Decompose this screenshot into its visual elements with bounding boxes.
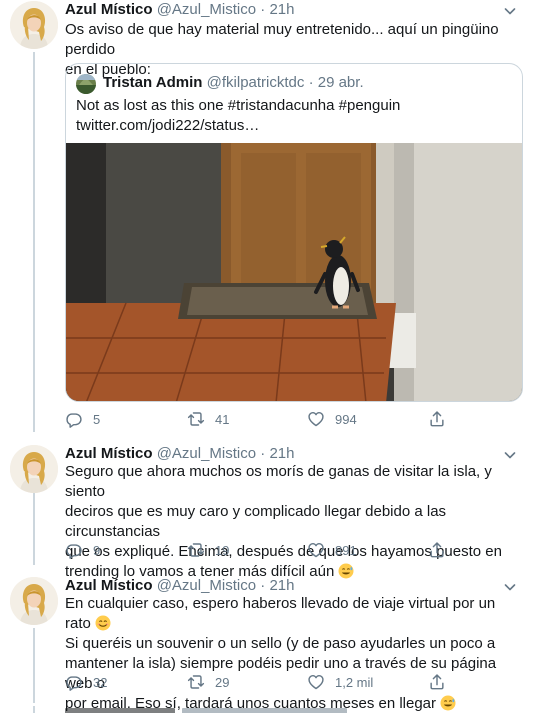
retweet-icon [187, 412, 205, 426]
retweet-count: 29 [215, 674, 230, 690]
retweet-count: 41 [215, 411, 230, 427]
tweet-text-line: Os aviso de que hay material muy entrete… [65, 21, 499, 58]
tweet-actions: 9 19 891 [65, 540, 455, 560]
quoted-tweet[interactable]: Tristan Admin @fkilpatricktdc · 29 abr. … [65, 63, 523, 402]
next-tweet-peek[interactable] [0, 706, 533, 713]
retweet-icon [187, 543, 205, 557]
share-icon [430, 674, 444, 690]
like-count: 891 [335, 542, 357, 558]
retweet-icon [187, 675, 205, 689]
tweet-header: Azul Místico @Azul_Mistico · 21h [65, 0, 294, 20]
smile-emoji [95, 615, 112, 631]
tweet-text-line: En cualquier caso, espero haberos llevad… [65, 595, 496, 632]
author-name[interactable]: Azul Místico [65, 577, 153, 594]
reply-count: 32 [93, 674, 108, 690]
separator: · [260, 1, 266, 18]
reply-button[interactable]: 32 [65, 672, 107, 692]
timestamp[interactable]: 21h [269, 445, 294, 462]
tweet-2[interactable]: Azul Místico @Azul_Mistico · 21h Seguro … [0, 444, 533, 580]
tweet-text: Seguro que ahora muchos os morís de gana… [65, 462, 525, 582]
tweet-text-line: Seguro que ahora muchos os morís de gana… [65, 463, 492, 500]
reply-icon [66, 676, 82, 691]
tweet-actions: 32 29 1,2 mil [65, 672, 455, 692]
quoted-avatar [76, 74, 96, 94]
thread-line [33, 52, 35, 432]
reply-button[interactable]: 9 [65, 540, 100, 560]
separator: · [260, 445, 266, 462]
like-count: 994 [335, 411, 357, 427]
timestamp[interactable]: 21h [269, 1, 294, 18]
tweet-3[interactable]: Azul Místico @Azul_Mistico · 21h En cual… [0, 576, 533, 712]
author-handle[interactable]: @Azul_Mistico [157, 1, 256, 18]
quoted-author-handle[interactable]: @fkilpatricktdc [207, 74, 305, 91]
quoted-header: Tristan Admin @fkilpatricktdc · 29 abr. [103, 73, 364, 93]
tweet-text-line: Si queréis un souvenir o un sello (y de … [65, 635, 496, 652]
penguin-photo[interactable] [66, 143, 523, 402]
quoted-author-name[interactable]: Tristan Admin [103, 74, 202, 91]
author-name[interactable]: Azul Místico [65, 1, 153, 18]
avatar[interactable] [10, 445, 58, 493]
share-icon [430, 411, 444, 427]
like-icon [308, 674, 324, 690]
like-count: 1,2 mil [335, 674, 374, 690]
quoted-text-line: Not as lost as this one #tristandacunha … [76, 97, 401, 114]
like-icon [308, 542, 324, 558]
tweet-text-line: deciros que es muy caro y complicado lle… [65, 503, 447, 540]
reply-icon [66, 544, 82, 559]
reply-count: 5 [93, 411, 101, 427]
timestamp[interactable]: 21h [269, 577, 294, 594]
share-button[interactable] [428, 409, 456, 429]
chevron-down-icon[interactable] [501, 2, 519, 20]
like-button[interactable]: 994 [307, 409, 357, 429]
share-button[interactable] [428, 540, 456, 560]
retweet-button[interactable]: 41 [187, 409, 229, 429]
retweet-count: 19 [215, 542, 230, 558]
share-button[interactable] [428, 672, 456, 692]
share-icon [430, 542, 444, 558]
tweet-text: En cualquier caso, espero haberos llevad… [65, 594, 525, 713]
quoted-text: Not as lost as this one #tristandacunha … [76, 96, 512, 136]
reply-icon [66, 413, 82, 428]
retweet-button[interactable]: 19 [187, 540, 229, 560]
avatar[interactable] [10, 1, 58, 49]
tweet-1[interactable]: Azul Místico @Azul_Mistico · 21h Os avis… [0, 0, 533, 440]
quoted-timestamp[interactable]: 29 abr. [318, 74, 364, 91]
like-icon [308, 411, 324, 427]
tweet-header: Azul Místico @Azul_Mistico · 21h [65, 576, 294, 596]
author-name[interactable]: Azul Místico [65, 445, 153, 462]
separator: · [308, 74, 314, 91]
like-button[interactable]: 1,2 mil [307, 672, 373, 692]
tweet-header: Azul Místico @Azul_Mistico · 21h [65, 444, 294, 464]
separator: · [260, 577, 266, 594]
avatar[interactable] [10, 577, 58, 625]
tweet-actions: 5 41 994 [65, 409, 455, 429]
author-handle[interactable]: @Azul_Mistico [157, 445, 256, 462]
quoted-text-line[interactable]: twitter.com/jodi222/status… [76, 116, 512, 136]
reply-button[interactable]: 5 [65, 409, 100, 429]
reply-count: 9 [93, 542, 101, 558]
like-button[interactable]: 891 [307, 540, 357, 560]
author-handle[interactable]: @Azul_Mistico [157, 577, 256, 594]
retweet-button[interactable]: 29 [187, 672, 229, 692]
